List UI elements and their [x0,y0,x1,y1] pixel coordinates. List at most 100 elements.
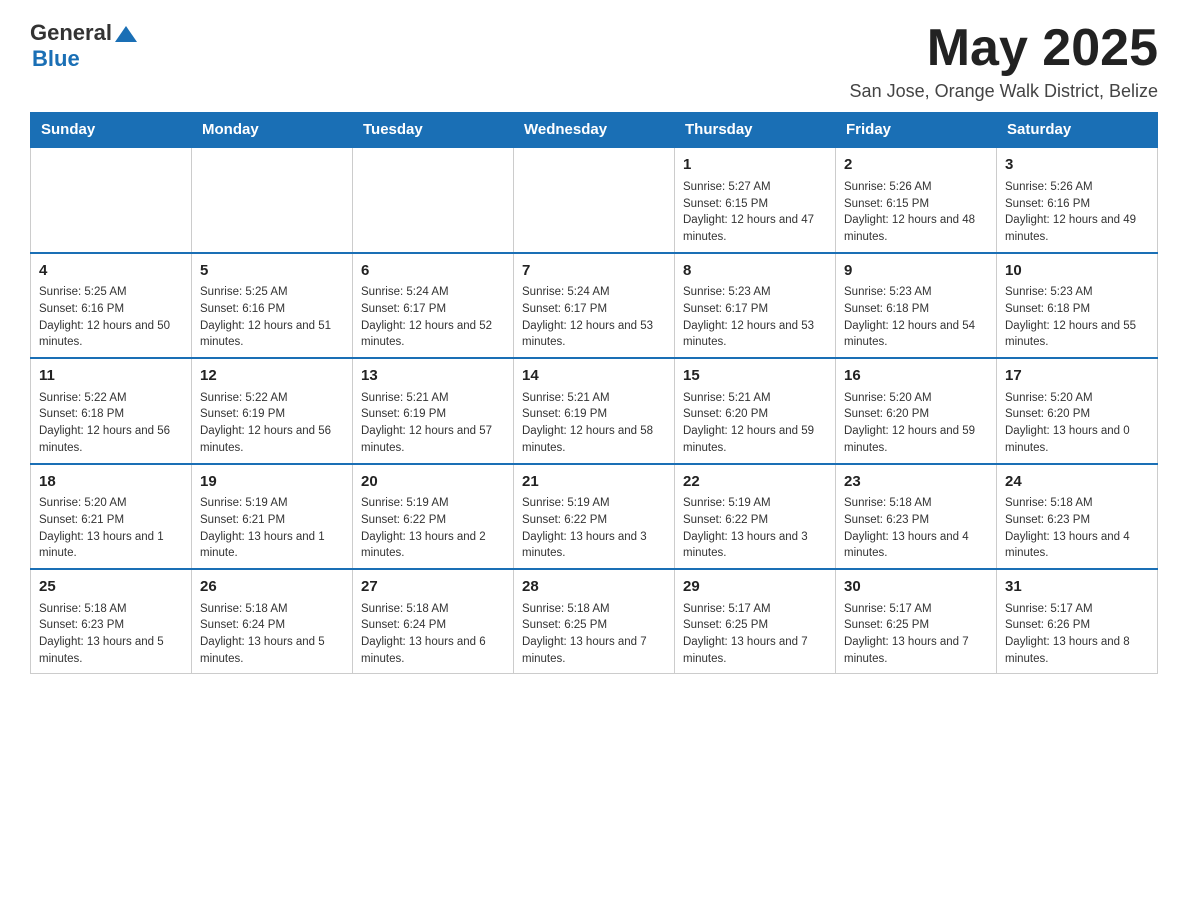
day-number: 28 [522,576,666,598]
calendar-cell: 23Sunrise: 5:18 AM Sunset: 6:23 PM Dayli… [836,464,997,569]
week-row-1: 1Sunrise: 5:27 AM Sunset: 6:15 PM Daylig… [31,147,1158,252]
month-title: May 2025 [850,20,1158,77]
calendar-cell [31,147,192,252]
day-number: 12 [200,365,344,387]
calendar-cell: 7Sunrise: 5:24 AM Sunset: 6:17 PM Daylig… [514,253,675,358]
day-info: Sunrise: 5:21 AM Sunset: 6:20 PM Dayligh… [683,390,827,457]
day-number: 24 [1005,471,1149,493]
day-number: 11 [39,365,183,387]
calendar-cell: 26 Sunrise: 5:18 AM Sunset: 6:24 PM Dayli… [192,569,353,674]
day-number: 29 [683,576,827,598]
day-number: 8 [683,260,827,282]
calendar-cell: 29 Sunrise: 5:17 AM Sunset: 6:25 PM Dayli… [675,569,836,674]
day-number: 3 [1005,154,1149,176]
calendar-table: SundayMondayTuesdayWednesdayThursdayFrid… [30,112,1158,674]
day-number: 19 [200,471,344,493]
calendar-cell: 4Sunrise: 5:25 AM Sunset: 6:16 PM Daylig… [31,253,192,358]
day-number: 4 [39,260,183,282]
calendar-cell [192,147,353,252]
day-info: Sunrise: 5:25 AM Sunset: 6:16 PM Dayligh… [39,284,183,351]
calendar-cell: 12 Sunrise: 5:22 AM Sunset: 6:19 PM Dayli… [192,358,353,463]
calendar-cell: 6Sunrise: 5:24 AM Sunset: 6:17 PM Daylig… [353,253,514,358]
logo-triangle-icon [115,24,137,44]
calendar-cell [514,147,675,252]
calendar-cell [353,147,514,252]
day-info: Sunrise: 5:22 AM Sunset: 6:18 PM Dayligh… [39,390,183,457]
day-info: Sunrise: 5:21 AM Sunset: 6:19 PM Dayligh… [522,390,666,457]
logo: General Blue [30,20,137,72]
title-section: May 2025 San Jose, Orange Walk District,… [850,20,1158,102]
day-info: Sunrise: 5:19 AM Sunset: 6:22 PM Dayligh… [361,495,505,562]
day-info: Sunrise: 5:24 AM Sunset: 6:17 PM Dayligh… [361,284,505,351]
logo-blue-text: Blue [32,46,80,72]
day-info: Sunrise: 5:23 AM Sunset: 6:17 PM Dayligh… [683,284,827,351]
calendar-cell: 15 Sunrise: 5:21 AM Sunset: 6:20 PM Dayli… [675,358,836,463]
day-info: Sunrise: 5:24 AM Sunset: 6:17 PM Dayligh… [522,284,666,351]
day-number: 15 [683,365,827,387]
day-info: Sunrise: 5:23 AM Sunset: 6:18 PM Dayligh… [1005,284,1149,351]
day-number: 20 [361,471,505,493]
calendar-cell: 18Sunrise: 5:20 AM Sunset: 6:21 PM Dayli… [31,464,192,569]
calendar-cell: 17 Sunrise: 5:20 AM Sunset: 6:20 PM Dayli… [997,358,1158,463]
calendar-cell: 30Sunrise: 5:17 AM Sunset: 6:25 PM Dayli… [836,569,997,674]
calendar-cell: 1Sunrise: 5:27 AM Sunset: 6:15 PM Daylig… [675,147,836,252]
day-number: 21 [522,471,666,493]
day-info: Sunrise: 5:19 AM Sunset: 6:22 PM Dayligh… [522,495,666,562]
day-number: 27 [361,576,505,598]
day-number: 26 [200,576,344,598]
calendar-cell: 19Sunrise: 5:19 AM Sunset: 6:21 PM Dayli… [192,464,353,569]
day-number: 5 [200,260,344,282]
day-info: Sunrise: 5:25 AM Sunset: 6:16 PM Dayligh… [200,284,344,351]
day-info: Sunrise: 5:19 AM Sunset: 6:21 PM Dayligh… [200,495,344,562]
day-number: 23 [844,471,988,493]
day-info: Sunrise: 5:18 AM Sunset: 6:24 PM Dayligh… [361,601,505,668]
header-thursday: Thursday [675,113,836,148]
day-info: Sunrise: 5:26 AM Sunset: 6:16 PM Dayligh… [1005,179,1149,246]
day-number: 9 [844,260,988,282]
day-number: 7 [522,260,666,282]
calendar-cell: 31 Sunrise: 5:17 AM Sunset: 6:26 PM Dayli… [997,569,1158,674]
day-info: Sunrise: 5:26 AM Sunset: 6:15 PM Dayligh… [844,179,988,246]
day-number: 2 [844,154,988,176]
calendar-cell: 9Sunrise: 5:23 AM Sunset: 6:18 PM Daylig… [836,253,997,358]
calendar-cell: 2 Sunrise: 5:26 AM Sunset: 6:15 PM Daylig… [836,147,997,252]
day-info: Sunrise: 5:18 AM Sunset: 6:25 PM Dayligh… [522,601,666,668]
day-info: Sunrise: 5:19 AM Sunset: 6:22 PM Dayligh… [683,495,827,562]
header-wednesday: Wednesday [514,113,675,148]
day-number: 17 [1005,365,1149,387]
calendar-cell: 16Sunrise: 5:20 AM Sunset: 6:20 PM Dayli… [836,358,997,463]
day-number: 30 [844,576,988,598]
location-title: San Jose, Orange Walk District, Belize [850,81,1158,102]
page-header: General Blue May 2025 San Jose, Orange W… [30,20,1158,102]
day-info: Sunrise: 5:20 AM Sunset: 6:20 PM Dayligh… [1005,390,1149,457]
header-friday: Friday [836,113,997,148]
calendar-cell: 27 Sunrise: 5:18 AM Sunset: 6:24 PM Dayli… [353,569,514,674]
calendar-cell: 14 Sunrise: 5:21 AM Sunset: 6:19 PM Dayli… [514,358,675,463]
day-info: Sunrise: 5:18 AM Sunset: 6:24 PM Dayligh… [200,601,344,668]
calendar-cell: 3 Sunrise: 5:26 AM Sunset: 6:16 PM Daylig… [997,147,1158,252]
header-monday: Monday [192,113,353,148]
day-number: 6 [361,260,505,282]
day-number: 31 [1005,576,1149,598]
day-number: 13 [361,365,505,387]
day-info: Sunrise: 5:22 AM Sunset: 6:19 PM Dayligh… [200,390,344,457]
day-info: Sunrise: 5:20 AM Sunset: 6:21 PM Dayligh… [39,495,183,562]
day-info: Sunrise: 5:17 AM Sunset: 6:26 PM Dayligh… [1005,601,1149,668]
calendar-cell: 22Sunrise: 5:19 AM Sunset: 6:22 PM Dayli… [675,464,836,569]
calendar-cell: 28 Sunrise: 5:18 AM Sunset: 6:25 PM Dayli… [514,569,675,674]
day-info: Sunrise: 5:23 AM Sunset: 6:18 PM Dayligh… [844,284,988,351]
day-info: Sunrise: 5:17 AM Sunset: 6:25 PM Dayligh… [683,601,827,668]
day-number: 22 [683,471,827,493]
day-number: 14 [522,365,666,387]
day-info: Sunrise: 5:18 AM Sunset: 6:23 PM Dayligh… [39,601,183,668]
day-info: Sunrise: 5:18 AM Sunset: 6:23 PM Dayligh… [1005,495,1149,562]
calendar-cell: 20Sunrise: 5:19 AM Sunset: 6:22 PM Dayli… [353,464,514,569]
header-sunday: Sunday [31,113,192,148]
calendar-cell: 21Sunrise: 5:19 AM Sunset: 6:22 PM Dayli… [514,464,675,569]
day-info: Sunrise: 5:27 AM Sunset: 6:15 PM Dayligh… [683,179,827,246]
day-info: Sunrise: 5:21 AM Sunset: 6:19 PM Dayligh… [361,390,505,457]
week-row-3: 11 Sunrise: 5:22 AM Sunset: 6:18 PM Dayli… [31,358,1158,463]
calendar-cell: 10Sunrise: 5:23 AM Sunset: 6:18 PM Dayli… [997,253,1158,358]
week-row-5: 25Sunrise: 5:18 AM Sunset: 6:23 PM Dayli… [31,569,1158,674]
week-row-4: 18Sunrise: 5:20 AM Sunset: 6:21 PM Dayli… [31,464,1158,569]
